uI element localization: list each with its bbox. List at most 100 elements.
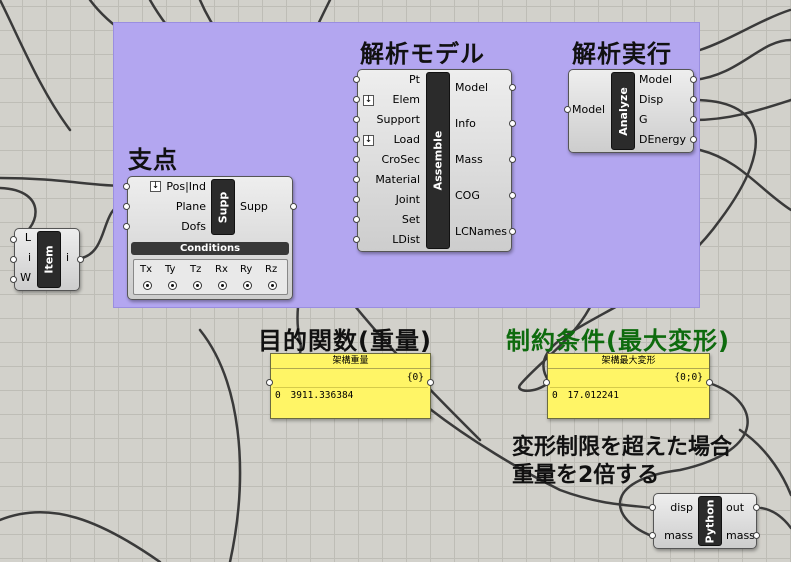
panel-row[interactable]: 0 3911.336384 (273, 387, 428, 403)
wire (0, 0, 72, 132)
output-grip[interactable] (509, 192, 516, 199)
wire (738, 428, 791, 497)
wire (198, 328, 242, 562)
output-grip[interactable] (706, 379, 713, 386)
input-material: Material (375, 173, 420, 186)
output-grip[interactable] (753, 532, 760, 539)
panel-row[interactable]: 0 17.012241 (550, 387, 707, 403)
flatten-icon[interactable]: ↓ (363, 95, 374, 106)
dof-toggle-tx[interactable] (143, 281, 152, 290)
output-denergy: DEnergy (639, 133, 686, 146)
wire (692, 98, 791, 122)
input-joint: Joint (395, 193, 420, 206)
wire (0, 510, 162, 562)
assemble-core[interactable]: Assemble (426, 72, 450, 249)
output-grip[interactable] (290, 203, 297, 210)
input-i: i (27, 251, 31, 264)
output-grip[interactable] (690, 96, 697, 103)
output-grip[interactable] (690, 76, 697, 83)
input-grip[interactable] (353, 196, 360, 203)
dof-label-rz: Rz (265, 264, 278, 275)
output-grip[interactable] (509, 156, 516, 163)
input-crosec: CroSec (381, 153, 421, 166)
input-disp: disp (670, 501, 693, 514)
support-component[interactable]: ↓ Pos|Ind Plane Dofs Supp Supp Condition… (127, 176, 293, 300)
input-grip[interactable] (353, 136, 360, 143)
dof-toggle-tz[interactable] (193, 281, 202, 290)
input-grip[interactable] (123, 183, 130, 190)
panel-path: {0;0} (674, 372, 703, 383)
input-set: Set (401, 213, 420, 226)
note-line-2: 重量を2倍する (512, 463, 660, 488)
wire (698, 8, 791, 52)
dof-selector[interactable]: Tx Ty Tz Rx Ry Rz (133, 259, 288, 295)
input-dofs: Dofs (181, 220, 206, 233)
input-grip[interactable] (353, 96, 360, 103)
assemble-component[interactable]: Assemble Pt Elem Support Load CroSec Mat… (357, 69, 512, 252)
weight-panel[interactable]: 架構重量 {0} 0 3911.336384 (270, 353, 431, 419)
item-core[interactable]: Item (37, 231, 61, 288)
analyze-core[interactable]: Analyze (611, 72, 635, 150)
input-pt: Pt (409, 73, 420, 86)
input-grip[interactable] (353, 156, 360, 163)
input-grip[interactable] (123, 223, 130, 230)
python-core[interactable]: Python (698, 496, 722, 546)
conditions-header: Conditions (131, 242, 289, 255)
panel-index: 0 (552, 390, 558, 401)
analyze-component[interactable]: Analyze Model Model Disp G DEnergy (568, 69, 694, 153)
dof-label-rx: Rx (215, 264, 228, 275)
output-g: G (639, 113, 648, 126)
input-grip[interactable] (649, 504, 656, 511)
input-grip[interactable] (10, 256, 17, 263)
output-grip[interactable] (509, 228, 516, 235)
output-i: i (66, 251, 70, 264)
input-grip[interactable] (564, 106, 571, 113)
input-plane: Plane (175, 200, 206, 213)
input-model: Model (571, 103, 605, 116)
input-grip[interactable] (353, 236, 360, 243)
output-grip[interactable] (690, 136, 697, 143)
dof-toggle-ty[interactable] (168, 281, 177, 290)
flatten-icon[interactable]: ↓ (363, 135, 374, 146)
output-model: Model (455, 81, 489, 94)
input-mass: mass (664, 529, 693, 542)
input-support: Support (376, 113, 420, 126)
dof-toggle-rx[interactable] (218, 281, 227, 290)
panel-value: 3911.336384 (290, 390, 354, 401)
input-grip[interactable] (649, 532, 656, 539)
output-grip[interactable] (509, 84, 516, 91)
output-grip[interactable] (753, 504, 760, 511)
panel-path: {0} (406, 372, 424, 383)
output-disp: Disp (639, 93, 664, 106)
input-grip[interactable] (123, 203, 130, 210)
input-grip[interactable] (353, 216, 360, 223)
dof-toggle-rz[interactable] (268, 281, 277, 290)
output-grip[interactable] (427, 379, 434, 386)
output-cog: COG (455, 189, 480, 202)
input-grip[interactable] (353, 116, 360, 123)
input-grip[interactable] (543, 379, 550, 386)
output-grip[interactable] (690, 116, 697, 123)
item-component[interactable]: L i W Item i (14, 228, 80, 291)
python-component[interactable]: disp mass Python out mass (653, 493, 757, 549)
output-mass: mass (726, 529, 755, 542)
dof-label-ry: Ry (240, 264, 253, 275)
input-ldist: LDist (392, 233, 420, 246)
output-grip[interactable] (509, 120, 516, 127)
input-grip[interactable] (353, 176, 360, 183)
output-mass: Mass (455, 153, 483, 166)
flatten-icon[interactable]: ↓ (150, 181, 161, 192)
input-grip[interactable] (353, 76, 360, 83)
max-displacement-panel[interactable]: 架構最大変形 {0;0} 0 17.012241 (547, 353, 710, 419)
panel-title: 架構重量 (271, 354, 430, 369)
input-grip[interactable] (266, 379, 273, 386)
support-core[interactable]: Supp (211, 179, 235, 235)
input-grip[interactable] (10, 236, 17, 243)
output-supp: Supp (240, 200, 268, 213)
output-out: out (726, 501, 745, 514)
output-grip[interactable] (77, 256, 84, 263)
group-title-analysis-run: 解析実行 (572, 40, 672, 68)
dof-label-ty: Ty (165, 264, 176, 275)
dof-toggle-ry[interactable] (243, 281, 252, 290)
input-grip[interactable] (10, 276, 17, 283)
